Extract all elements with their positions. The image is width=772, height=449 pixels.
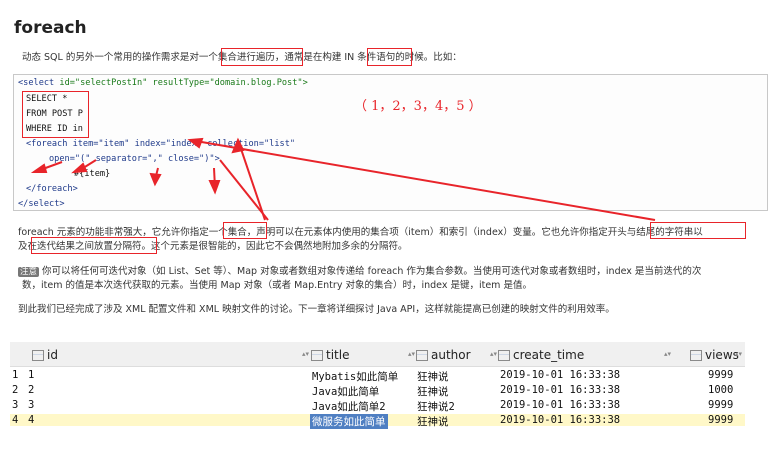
note-paragraph: 注意 你可以将任何可迭代对象（如 List、Set 等）、Map 对象或者数组对…: [18, 266, 702, 291]
result-grid[interactable]: id ▴▾ title ▴▾ author ▴▾ create_time ▴▾ …: [10, 342, 745, 447]
column-header-id[interactable]: id: [32, 348, 58, 362]
column-icon: [416, 350, 428, 361]
column-header-author[interactable]: author: [416, 348, 471, 362]
sort-icon[interactable]: ▴▾: [302, 350, 309, 358]
column-icon: [498, 350, 510, 361]
sort-icon[interactable]: ▴▾: [664, 350, 671, 358]
selected-cell[interactable]: 微服务如此简单: [310, 414, 388, 429]
column-header-create-time[interactable]: create_time: [498, 348, 584, 362]
column-icon: [690, 350, 702, 361]
highlight-box-separator: [31, 237, 157, 254]
note-tag: 注意: [18, 267, 40, 277]
column-icon: [32, 350, 44, 361]
sort-icon[interactable]: ▴▾: [490, 350, 497, 358]
arrow-open-close: [189, 139, 656, 221]
column-header-title[interactable]: title: [311, 348, 349, 362]
highlight-box-collection-2: [223, 222, 267, 239]
closing-paragraph: 到此我们已经完成了涉及 XML 配置文件和 XML 映射文件的讨论。下一章将详细…: [18, 304, 615, 315]
table-row[interactable]: 3 3 Java如此简单2 狂神说2 2019-10-01 16:33:38 9…: [10, 399, 745, 413]
grid-header: id ▴▾ title ▴▾ author ▴▾ create_time ▴▾ …: [10, 342, 745, 367]
column-icon: [311, 350, 323, 361]
column-header-views[interactable]: views: [690, 348, 739, 362]
highlight-box-open-close: [650, 222, 746, 239]
table-row-selected[interactable]: 4 4 微服务如此简单 狂神说 2019-10-01 16:33:38 9999: [10, 414, 745, 429]
table-row[interactable]: 1 1 Mybatis如此简单 狂神说 2019-10-01 16:33:38 …: [10, 369, 745, 383]
sort-icon[interactable]: ▴▾: [735, 350, 742, 358]
sort-icon[interactable]: ▴▾: [408, 350, 415, 358]
table-row[interactable]: 2 2 Java如此简单 狂神说 2019-10-01 16:33:38 100…: [10, 384, 745, 398]
